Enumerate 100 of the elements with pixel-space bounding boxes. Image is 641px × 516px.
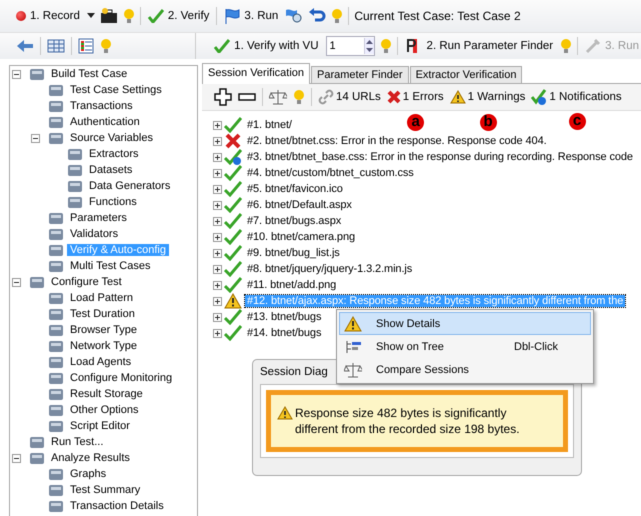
errors-filter[interactable]: 1 Errors bbox=[386, 90, 444, 104]
list-icon[interactable] bbox=[78, 38, 94, 54]
node-icon bbox=[48, 402, 64, 418]
tree-item[interactable]: Run Test... bbox=[48, 436, 106, 448]
tree-item[interactable]: Source Variables bbox=[67, 132, 156, 144]
tree-item[interactable]: Graphs bbox=[67, 468, 110, 480]
tree-item[interactable]: Validators bbox=[67, 228, 122, 240]
grid-icon[interactable] bbox=[47, 39, 65, 53]
lightbulb-icon[interactable] bbox=[122, 8, 135, 24]
expand-toggle[interactable] bbox=[213, 216, 222, 226]
record-button[interactable]: 1. Record bbox=[14, 9, 82, 23]
tree-item[interactable]: Parameters bbox=[67, 212, 130, 224]
tree-item[interactable]: Result Storage bbox=[67, 388, 146, 400]
session-item[interactable]: #7. btnet/bugs.aspx bbox=[245, 215, 344, 227]
menu-item[interactable]: Show Details bbox=[339, 312, 591, 335]
tree-item[interactable]: Browser Type bbox=[67, 324, 140, 336]
menu-item[interactable]: Compare Sessions bbox=[339, 358, 591, 381]
expand-toggle[interactable] bbox=[213, 248, 222, 258]
expand-toggle[interactable] bbox=[213, 120, 222, 130]
tree-item[interactable]: Multi Test Cases bbox=[67, 260, 154, 272]
vu-count-spinner[interactable]: 1 bbox=[326, 36, 375, 56]
session-item[interactable]: #3. btnet/btnet_base.css: Error in the response during recording. Response code bbox=[245, 151, 635, 163]
node-icon bbox=[48, 226, 64, 242]
back-arrow-icon[interactable] bbox=[16, 39, 34, 53]
expand-toggle[interactable] bbox=[213, 280, 222, 290]
lightbulb-icon[interactable] bbox=[331, 8, 344, 24]
session-item[interactable]: #9. btnet/bug_list.js bbox=[245, 247, 342, 259]
warnings-filter[interactable]: 1 Warnings bbox=[450, 90, 526, 104]
tree-item[interactable]: Functions bbox=[86, 196, 140, 208]
expand-toggle[interactable] bbox=[213, 296, 222, 306]
node-icon bbox=[29, 434, 45, 450]
tab[interactable]: Session Verification bbox=[202, 63, 310, 84]
error-cross-icon bbox=[386, 90, 401, 104]
session-item[interactable]: #8. btnet/jquery/jquery-1.3.2.min.js bbox=[245, 263, 414, 275]
tree-item[interactable]: Script Editor bbox=[67, 420, 133, 432]
warning-icon bbox=[450, 90, 466, 104]
node-icon bbox=[48, 466, 64, 482]
tree-item[interactable]: Transactions bbox=[67, 100, 136, 112]
verify-with-vu-button[interactable]: 1. Verify with VU bbox=[212, 38, 321, 54]
tree-item[interactable]: Configure Monitoring bbox=[67, 372, 176, 384]
menu-item[interactable]: Show on Tree Dbl-Click bbox=[339, 335, 591, 358]
expand-toggle[interactable] bbox=[213, 264, 222, 274]
collapse-all-icon[interactable] bbox=[238, 91, 256, 103]
tree-item[interactable]: Analyze Results bbox=[48, 452, 133, 464]
check-info-icon bbox=[531, 89, 548, 105]
tree-item[interactable]: Load Agents bbox=[67, 356, 134, 368]
tree-item[interactable]: Test Summary bbox=[67, 484, 144, 496]
tab[interactable]: Parameter Finder bbox=[311, 66, 409, 83]
checkmark-icon bbox=[224, 309, 242, 325]
tree-item[interactable]: Test Case Settings bbox=[67, 84, 165, 96]
tree-item[interactable]: Extractors bbox=[86, 148, 142, 160]
session-item[interactable]: #11. btnet/add.png bbox=[245, 279, 338, 291]
scale-icon[interactable] bbox=[269, 89, 287, 105]
node-icon bbox=[48, 306, 64, 322]
expand-toggle[interactable] bbox=[213, 328, 222, 338]
expand-toggle[interactable] bbox=[213, 232, 222, 242]
node-icon bbox=[48, 242, 64, 258]
run-button[interactable]: 3. Run bbox=[222, 7, 280, 25]
session-item[interactable]: #2. btnet/btnet.css: Error in the response. Response code 404. bbox=[245, 135, 549, 147]
tab[interactable]: Extractor Verification bbox=[410, 66, 522, 83]
expand-toggle[interactable] bbox=[213, 200, 222, 210]
node-icon bbox=[48, 418, 64, 434]
verify-button[interactable]: 2. Verify bbox=[146, 8, 212, 24]
expand-toggle[interactable] bbox=[213, 136, 222, 146]
tree-item[interactable]: Authentication bbox=[67, 116, 143, 128]
session-item[interactable]: #13. btnet/bugs bbox=[245, 311, 324, 323]
session-item[interactable]: #5. btnet/favicon.ico bbox=[245, 183, 345, 195]
expand-all-icon[interactable] bbox=[214, 88, 232, 106]
lightbulb-icon[interactable] bbox=[100, 38, 112, 54]
caret-icon[interactable] bbox=[86, 13, 95, 19]
tree-item[interactable]: Data Generators bbox=[86, 180, 174, 192]
lightbulb-icon[interactable] bbox=[380, 38, 392, 54]
tree-item[interactable]: Configure Test bbox=[48, 276, 125, 288]
lightbulb-icon[interactable] bbox=[560, 38, 572, 54]
lightbulb-icon[interactable] bbox=[293, 89, 305, 105]
expand-toggle[interactable] bbox=[213, 312, 222, 322]
tree-item[interactable]: Transaction Details bbox=[67, 500, 167, 512]
checkmark-icon bbox=[224, 245, 242, 261]
run-parameter-finder-button[interactable]: 2. Run Parameter Finder bbox=[402, 37, 556, 55]
magnifier-icon[interactable] bbox=[285, 8, 304, 24]
expand-toggle[interactable] bbox=[213, 152, 222, 162]
session-item[interactable]: #10. btnet/camera.png bbox=[245, 231, 357, 243]
session-item[interactable]: #14. btnet/bugs bbox=[245, 327, 324, 339]
tree-item[interactable]: Load Pattern bbox=[67, 292, 136, 304]
tree-item[interactable]: Datasets bbox=[86, 164, 136, 176]
session-item[interactable]: #1. btnet/ bbox=[245, 119, 294, 131]
node-icon bbox=[29, 274, 45, 290]
expand-toggle[interactable] bbox=[213, 168, 222, 178]
session-item[interactable]: #4. btnet/custom/btnet_custom.css bbox=[245, 167, 416, 179]
undo-icon[interactable] bbox=[308, 8, 326, 24]
session-item[interactable]: #6. btnet/Default.aspx bbox=[245, 199, 354, 211]
tree-item[interactable]: Network Type bbox=[67, 340, 140, 352]
check-info-icon bbox=[224, 149, 242, 165]
urls-filter[interactable]: 14 URLs bbox=[318, 89, 381, 105]
notifications-filter[interactable]: 1 Notifications bbox=[531, 89, 622, 105]
tree-item[interactable]: Build Test Case bbox=[48, 68, 130, 80]
briefcase-icon[interactable] bbox=[100, 8, 118, 24]
tree-item[interactable]: Other Options bbox=[67, 404, 142, 416]
expand-toggle[interactable] bbox=[213, 184, 222, 194]
tree-item[interactable]: Test Duration bbox=[67, 308, 138, 320]
